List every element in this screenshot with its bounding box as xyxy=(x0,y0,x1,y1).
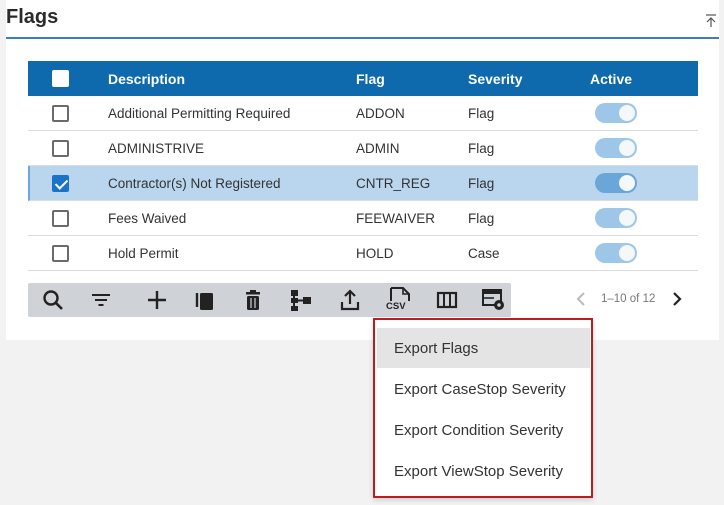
csv-icon[interactable]: CSV xyxy=(384,287,414,312)
table-row[interactable]: Fees Waived FEEWAIVER Flag xyxy=(28,201,698,236)
table-row-selected[interactable]: Contractor(s) Not Registered CNTR_REG Fl… xyxy=(28,166,698,201)
collapse-icon[interactable] xyxy=(705,14,717,28)
export-icon[interactable] xyxy=(337,288,363,312)
panel-header: Flags xyxy=(6,0,719,39)
row-checkbox[interactable] xyxy=(52,244,69,262)
cell-description: Additional Permitting Required xyxy=(108,105,291,121)
menu-item-export-flags[interactable]: Export Flags xyxy=(377,328,590,368)
csv-label: CSV xyxy=(386,301,406,312)
active-toggle[interactable] xyxy=(595,243,637,263)
chevron-right-icon[interactable] xyxy=(671,290,683,308)
settings-table-icon[interactable] xyxy=(481,288,507,312)
cell-description: ADMINISTRIVE xyxy=(108,140,205,156)
active-toggle[interactable] xyxy=(595,173,637,193)
table-row[interactable]: ADMINISTRIVE ADMIN Flag xyxy=(28,131,698,166)
export-menu: Export Flags Export CaseStop Severity Ex… xyxy=(373,318,593,498)
filter-icon[interactable] xyxy=(88,288,114,312)
menu-item-export-condition-severity[interactable]: Export Condition Severity xyxy=(377,410,590,450)
flags-panel: Flags Description Flag Severity Active A… xyxy=(6,0,719,340)
pagination-label: 1–10 of 12 xyxy=(601,293,656,305)
copy-icon[interactable] xyxy=(192,288,218,312)
cell-severity: Flag xyxy=(468,175,495,191)
column-header-severity[interactable]: Severity xyxy=(468,61,522,96)
chevron-left-icon[interactable] xyxy=(575,290,587,308)
cell-flag: ADDON xyxy=(356,105,405,121)
active-toggle[interactable] xyxy=(595,208,637,228)
cell-flag: CNTR_REG xyxy=(356,175,431,191)
cell-flag: FEEWAIVER xyxy=(356,210,436,226)
table-row[interactable]: Additional Permitting Required ADDON Fla… xyxy=(28,96,698,131)
page-title: Flags xyxy=(6,6,59,28)
cell-severity: Flag xyxy=(468,140,495,156)
pagination: 1–10 of 12 xyxy=(566,290,696,310)
active-toggle[interactable] xyxy=(595,103,637,123)
cell-description: Hold Permit xyxy=(108,245,179,261)
flags-table: Description Flag Severity Active Additio… xyxy=(28,61,698,271)
column-header-flag[interactable]: Flag xyxy=(356,61,385,96)
delete-icon[interactable] xyxy=(240,288,266,312)
add-icon[interactable] xyxy=(144,288,170,312)
columns-icon[interactable] xyxy=(434,288,460,312)
active-toggle[interactable] xyxy=(595,138,637,158)
table-header: Description Flag Severity Active xyxy=(28,61,698,96)
cell-description: Contractor(s) Not Registered xyxy=(108,175,281,191)
column-header-active[interactable]: Active xyxy=(590,61,632,96)
table-row[interactable]: Hold Permit HOLD Case xyxy=(28,236,698,271)
menu-item-export-casestop-severity[interactable]: Export CaseStop Severity xyxy=(377,369,590,409)
menu-item-export-viewstop-severity[interactable]: Export ViewStop Severity xyxy=(377,451,590,491)
search-icon[interactable] xyxy=(40,288,66,312)
cell-description: Fees Waived xyxy=(108,210,187,226)
cell-severity: Flag xyxy=(468,210,495,226)
column-header-description[interactable]: Description xyxy=(108,61,185,96)
row-checkbox[interactable] xyxy=(52,104,69,122)
cell-severity: Case xyxy=(468,245,500,261)
row-checkbox[interactable] xyxy=(52,174,69,192)
cell-severity: Flag xyxy=(468,105,495,121)
grid-toolbar: CSV xyxy=(28,283,511,317)
select-all-checkbox[interactable] xyxy=(52,70,69,87)
row-checkbox[interactable] xyxy=(52,139,69,157)
hierarchy-icon[interactable] xyxy=(288,288,314,312)
row-checkbox[interactable] xyxy=(52,209,69,227)
cell-flag: ADMIN xyxy=(356,140,400,156)
cell-flag: HOLD xyxy=(356,245,394,261)
